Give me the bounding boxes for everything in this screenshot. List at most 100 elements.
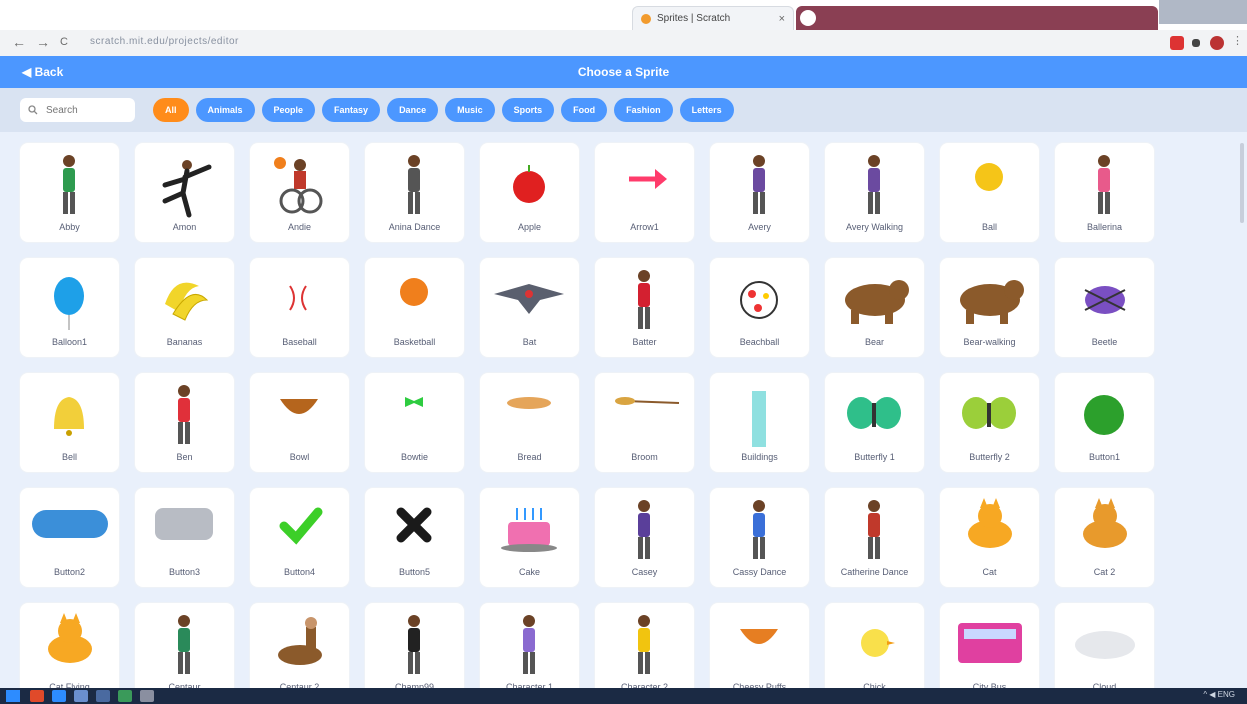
ball-icon <box>975 163 1003 191</box>
sprite-name: Bear-walking <box>963 337 1016 347</box>
sprite-card-bell[interactable]: Bell <box>20 373 119 472</box>
sprite-card-catherine-dance[interactable]: Catherine Dance <box>825 488 924 587</box>
search-box[interactable] <box>20 98 135 122</box>
ball-icon <box>400 278 428 306</box>
sprite-card-bread[interactable]: Bread <box>480 373 579 472</box>
windows-start-icon[interactable] <box>6 690 20 702</box>
taskbar-app-icon[interactable] <box>118 690 132 702</box>
sprite-card-button5[interactable]: Button5 <box>365 488 464 587</box>
play-icon[interactable] <box>1192 39 1200 47</box>
cat-icon <box>968 498 1012 548</box>
scrollbar[interactable] <box>1240 143 1244 223</box>
search-input[interactable] <box>44 103 128 117</box>
category-chip-dance[interactable]: Dance <box>387 98 439 122</box>
taskbar-app-icon[interactable] <box>30 690 44 702</box>
sprite-card-arrow1[interactable]: Arrow1 <box>595 143 694 242</box>
sprite-card-abby[interactable]: Abby <box>20 143 119 242</box>
page-title: Choose a Sprite <box>577 65 670 79</box>
beachball-icon <box>740 281 778 319</box>
sprite-name: Button3 <box>168 567 201 577</box>
profile-avatar-icon[interactable] <box>1210 36 1224 50</box>
sprite-name: Broom <box>631 452 658 462</box>
taskbar-app-icon[interactable] <box>74 690 88 702</box>
sprite-card-casey[interactable]: Casey <box>595 488 694 587</box>
url-field[interactable]: scratch.mit.edu/projects/editor <box>90 36 239 47</box>
sprite-card-bear-walking[interactable]: Bear-walking <box>940 258 1039 357</box>
sprite-card-broom[interactable]: Broom <box>595 373 694 472</box>
sprite-name: Bananas <box>166 337 203 347</box>
bell-icon <box>54 397 84 436</box>
taskbar-app-icon[interactable] <box>52 690 66 702</box>
sprite-name: Avery <box>748 222 771 232</box>
back-arrow-icon[interactable]: ← <box>12 34 26 50</box>
sprite-card-avery-walking[interactable]: Avery Walking <box>825 143 924 242</box>
browser-tab[interactable]: Sprites | Scratch × <box>632 6 794 30</box>
extension-icon[interactable] <box>1170 36 1184 50</box>
sprite-card-beachball[interactable]: Beachball <box>710 258 809 357</box>
sprite-card-beetle[interactable]: Beetle <box>1055 258 1154 357</box>
menu-dots-icon[interactable]: ⋮ <box>1232 34 1246 48</box>
sprite-card-cat[interactable]: Cat <box>940 488 1039 587</box>
forward-arrow-icon[interactable]: → <box>36 34 50 50</box>
taskbar-app-icon[interactable] <box>140 690 154 702</box>
banana-icon <box>165 282 209 321</box>
sprite-card-amon[interactable]: Amon <box>135 143 234 242</box>
sprite-card-basketball[interactable]: Basketball <box>365 258 464 357</box>
sprite-card-ballerina[interactable]: Ballerina <box>1055 143 1154 242</box>
category-chip-food[interactable]: Food <box>561 98 608 122</box>
centaur-icon <box>278 617 322 665</box>
sprite-name: Cassy Dance <box>732 567 787 577</box>
sprite-card-bowtie[interactable]: Bowtie <box>365 373 464 472</box>
beetle-icon <box>1084 286 1126 314</box>
circle-icon <box>1084 395 1124 435</box>
category-chip-all[interactable]: All <box>153 98 189 122</box>
sprite-card-cake[interactable]: Cake <box>480 488 579 587</box>
window-controls[interactable] <box>1159 0 1247 24</box>
sprite-name: Bear <box>864 337 884 347</box>
sprite-card-button4[interactable]: Button4 <box>250 488 349 587</box>
person-icon <box>638 615 650 674</box>
category-chip-people[interactable]: People <box>261 98 316 122</box>
bowl-icon <box>740 629 778 644</box>
sprite-card-apple[interactable]: Apple <box>480 143 579 242</box>
sprite-card-buildings[interactable]: Buildings <box>710 373 809 472</box>
sprite-card-cat-2[interactable]: Cat 2 <box>1055 488 1154 587</box>
sprite-card-batter[interactable]: Batter <box>595 258 694 357</box>
sprite-card-ball[interactable]: Ball <box>940 143 1039 242</box>
sprite-card-butterfly-2[interactable]: Butterfly 2 <box>940 373 1039 472</box>
category-chip-fantasy[interactable]: Fantasy <box>322 98 381 122</box>
sprite-card-bowl[interactable]: Bowl <box>250 373 349 472</box>
sprite-card-ben[interactable]: Ben <box>135 373 234 472</box>
sprite-card-butterfly-1[interactable]: Butterfly 1 <box>825 373 924 472</box>
sprite-card-anina-dance[interactable]: Anina Dance <box>365 143 464 242</box>
sprite-card-cassy-dance[interactable]: Cassy Dance <box>710 488 809 587</box>
sprite-card-avery[interactable]: Avery <box>710 143 809 242</box>
taskbar-app-icon[interactable] <box>96 690 110 702</box>
sprite-card-button2[interactable]: Button2 <box>20 488 119 587</box>
person-icon <box>408 155 420 214</box>
sprite-name: Balloon1 <box>51 337 88 347</box>
sprite-card-balloon1[interactable]: Balloon1 <box>20 258 119 357</box>
category-chip-music[interactable]: Music <box>445 98 495 122</box>
sprite-name: Bowl <box>289 452 310 462</box>
person-icon <box>753 155 765 214</box>
sprite-name: Ben <box>176 452 193 462</box>
category-chip-letters[interactable]: Letters <box>679 98 734 122</box>
sprite-card-baseball[interactable]: Baseball <box>250 258 349 357</box>
sprite-card-button3[interactable]: Button3 <box>135 488 234 587</box>
sprite-card-bat[interactable]: Bat <box>480 258 579 357</box>
sprite-card-andie[interactable]: Andie <box>250 143 349 242</box>
category-chip-fashion[interactable]: Fashion <box>614 98 673 122</box>
category-chip-animals[interactable]: Animals <box>195 98 255 122</box>
reload-icon[interactable]: C <box>60 36 68 48</box>
person-icon <box>408 615 420 674</box>
wheelchair-icon <box>274 157 323 214</box>
sprite-card-bananas[interactable]: Bananas <box>135 258 234 357</box>
sprite-name: Beetle <box>1091 337 1118 347</box>
system-tray[interactable]: ^ ◀ ENG <box>1203 690 1235 699</box>
sprite-card-bear[interactable]: Bear <box>825 258 924 357</box>
sprite-card-button1[interactable]: Button1 <box>1055 373 1154 472</box>
category-chip-sports[interactable]: Sports <box>501 98 555 122</box>
close-tab-icon[interactable]: × <box>779 13 785 25</box>
browser-tab-inactive[interactable] <box>796 6 1158 30</box>
